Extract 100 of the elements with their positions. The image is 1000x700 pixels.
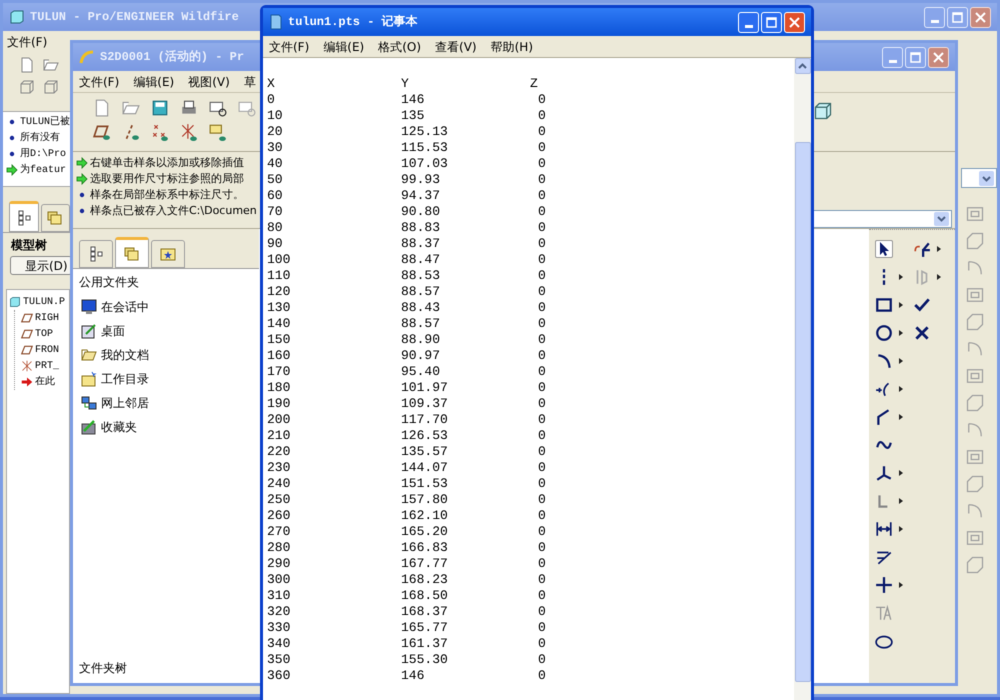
data-value: 146: [401, 668, 426, 684]
arrow-icon: [76, 157, 88, 169]
folder-item[interactable]: 收藏夹: [101, 418, 137, 436]
menu-item[interactable]: 文件(F): [7, 33, 48, 51]
dropdown-field[interactable]: [961, 168, 997, 188]
scroll-thumb[interactable]: [794, 142, 810, 682]
scroll-up-button[interactable]: [794, 58, 810, 74]
cancel-icon[interactable]: [913, 324, 931, 342]
menu-item[interactable]: 帮助(H): [490, 38, 533, 56]
dropdown-arrow-icon[interactable]: [937, 274, 941, 280]
tree-item[interactable]: TULUN.P: [23, 294, 66, 310]
parallelogram-icon: [21, 312, 33, 324]
close-button[interactable]: [928, 46, 949, 68]
close-button[interactable]: [970, 6, 991, 28]
dropdown-arrow-icon[interactable]: [899, 470, 903, 476]
scrollbar[interactable]: [794, 58, 811, 700]
data-value: 0: [537, 636, 546, 652]
data-value: 160: [267, 348, 292, 364]
menu-item[interactable]: 文件(F): [79, 72, 120, 90]
menu-item[interactable]: 草: [244, 72, 256, 90]
tree-item[interactable]: 在此: [35, 374, 55, 390]
folder-item[interactable]: 网上邻居: [101, 394, 149, 412]
data-value: 110: [267, 268, 292, 284]
dropdown-arrow-icon[interactable]: [899, 358, 903, 364]
cube-icon[interactable]: [19, 79, 35, 95]
tree-icon: [88, 246, 104, 262]
data-value: 130: [267, 300, 292, 316]
check-icon[interactable]: [913, 296, 931, 314]
panel-tab[interactable]: [115, 237, 149, 268]
tree-item[interactable]: RIGH: [35, 310, 60, 326]
data-value: 146: [401, 92, 426, 108]
panel-tab[interactable]: [151, 240, 185, 268]
save-icon[interactable]: [151, 99, 169, 117]
dropdown-field[interactable]: [812, 210, 952, 228]
folder-tree-label[interactable]: 文件夹树: [79, 659, 259, 677]
csys-display-icon[interactable]: [180, 123, 198, 141]
rectangle-icon[interactable]: [875, 296, 893, 314]
dropdown-arrow-icon[interactable]: [937, 246, 941, 252]
cube-icon[interactable]: [813, 101, 833, 121]
data-value: 95.40: [401, 364, 442, 380]
menu-item[interactable]: 视图(V): [188, 72, 230, 90]
tree-item[interactable]: TOP: [35, 326, 54, 342]
new-document-icon[interactable]: [93, 99, 111, 117]
data-value: 180: [267, 380, 292, 396]
window-title: tulun1.pts - 记事本: [288, 14, 418, 31]
panel-tab[interactable]: [9, 201, 38, 232]
tree-item[interactable]: FRON: [35, 342, 60, 358]
menu-item[interactable]: 格式(O): [378, 38, 422, 56]
folder-arrow-icon: [81, 419, 97, 435]
message-text: 右键单击样条以添加或移除插值: [90, 154, 244, 171]
cross-icon[interactable]: [875, 576, 893, 594]
plane-display-icon[interactable]: [93, 123, 111, 141]
data-value: 165.77: [401, 620, 449, 636]
message-text: 样条点已被存入文件C:\Documen: [90, 202, 257, 219]
menu-item[interactable]: 文件(F): [269, 38, 310, 56]
data-value: 70: [267, 204, 284, 220]
dropdown-arrow-icon[interactable]: [899, 302, 903, 308]
data-value: 166.83: [401, 540, 449, 556]
data-value: 90.97: [401, 348, 442, 364]
data-value: 0: [537, 316, 546, 332]
tree-item[interactable]: PRT_: [35, 358, 60, 374]
show-button[interactable]: 显示(D): [10, 256, 72, 275]
branch-point-icon[interactable]: [875, 464, 893, 482]
arrow-icon: [21, 376, 33, 388]
dropdown-arrow-icon[interactable]: [899, 498, 903, 504]
dropdown-arrow-icon[interactable]: [899, 274, 903, 280]
open-folder-icon[interactable]: [122, 99, 140, 117]
menu-item[interactable]: 查看(V): [435, 38, 477, 56]
dimension-icon[interactable]: [875, 520, 893, 538]
panel-tab[interactable]: [40, 204, 70, 232]
data-value: 0: [537, 204, 546, 220]
data-value: 240: [267, 476, 292, 492]
data-value: 0: [537, 524, 546, 540]
circle-icon[interactable]: [875, 324, 893, 342]
point-display-icon[interactable]: [151, 123, 169, 141]
data-value: 20: [267, 124, 284, 140]
dropdown-arrow-icon[interactable]: [899, 526, 903, 532]
menu-item[interactable]: 编辑(E): [323, 38, 364, 56]
data-value: 320: [267, 604, 292, 620]
dropdown-arrow-icon[interactable]: [899, 414, 903, 420]
data-value: 360: [267, 668, 292, 684]
folder-item[interactable]: 我的文档: [101, 346, 149, 364]
window-title: TULUN - Pro/ENGINEER Wildfire: [30, 9, 239, 26]
dropdown-arrow-icon[interactable]: [899, 330, 903, 336]
folder-item[interactable]: 在会话中: [101, 298, 149, 316]
new-document-icon[interactable]: [19, 57, 35, 73]
annotation-display-icon[interactable]: [209, 123, 227, 141]
open-folder-icon: [81, 347, 97, 363]
panel-tab[interactable]: [79, 240, 113, 268]
folder-item[interactable]: 工作目录: [101, 370, 149, 388]
cube-icon[interactable]: [43, 79, 59, 95]
dropdown-arrow-icon[interactable]: [899, 582, 903, 588]
arrow-icon: [6, 164, 18, 176]
menu-item[interactable]: 编辑(E): [133, 72, 174, 90]
trim-icon[interactable]: [913, 240, 931, 258]
data-value: 88.47: [401, 252, 442, 268]
data-value: 250: [267, 492, 292, 508]
dropdown-arrow-icon[interactable]: [899, 386, 903, 392]
folder-item[interactable]: 桌面: [101, 322, 125, 340]
open-folder-icon[interactable]: [43, 57, 59, 73]
